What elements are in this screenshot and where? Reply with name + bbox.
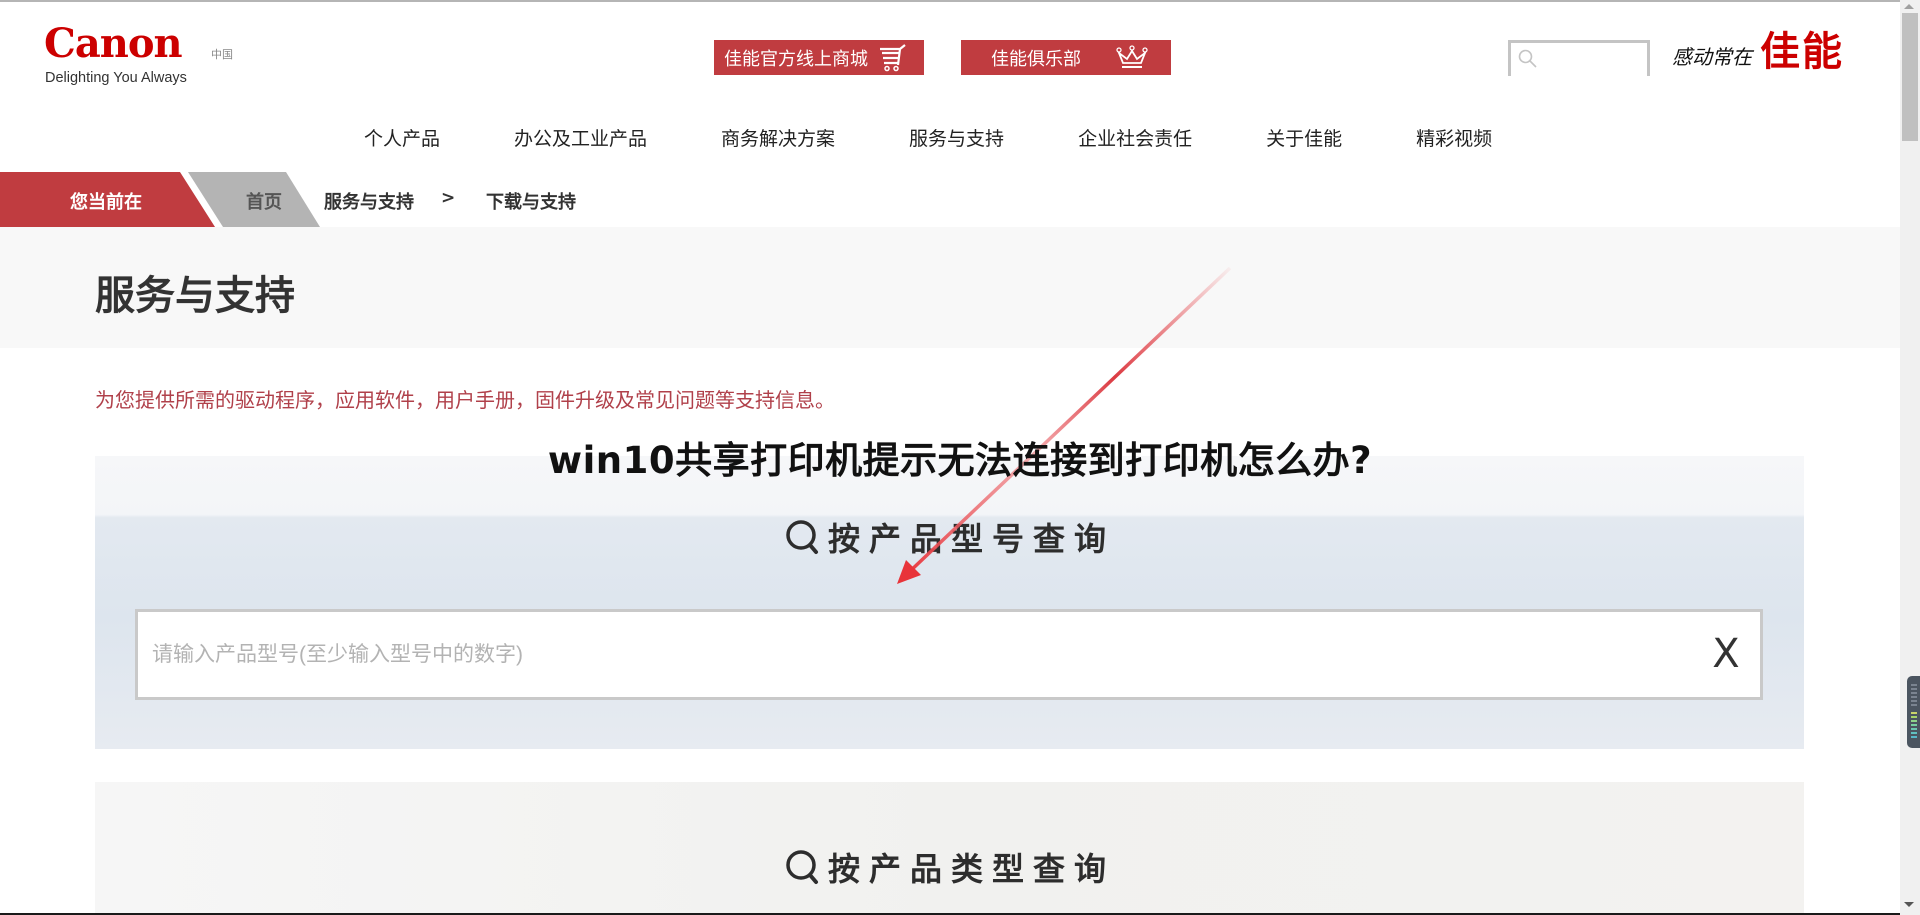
online-store-label: 佳能官方线上商城 — [724, 48, 868, 70]
logo-wordmark: Canon — [44, 20, 183, 67]
search-icon — [1518, 49, 1537, 68]
canon-logo[interactable]: Canon 中国 Delighting You Always — [44, 24, 244, 94]
scroll-up-arrow-icon[interactable] — [1904, 4, 1914, 9]
nav-item-about[interactable]: 关于佳能 — [1266, 124, 1342, 151]
canon-club-label: 佳能俱乐部 — [991, 48, 1081, 70]
header-search-box[interactable] — [1508, 40, 1650, 76]
model-search-panel: 按产品型号查询 X — [95, 456, 1804, 749]
search-icon — [786, 850, 818, 884]
category-search-heading-text: 按产品类型查询 — [827, 850, 1115, 888]
slogan-text: 感动常在 — [1672, 45, 1752, 69]
floating-meter-widget-icon[interactable] — [1907, 676, 1920, 748]
category-search-heading: 按产品类型查询 — [95, 844, 1804, 890]
search-icon — [786, 520, 818, 554]
slogan-brand: 佳能 — [1760, 29, 1844, 75]
breadcrumb-home-text: 首页 — [246, 192, 282, 213]
nav-item-personal-products[interactable]: 个人产品 — [364, 124, 440, 151]
category-search-panel[interactable]: 按产品类型查询 — [95, 782, 1804, 915]
model-number-input[interactable] — [152, 634, 1652, 676]
header-search-input[interactable] — [1539, 47, 1644, 71]
scroll-down-arrow-icon[interactable] — [1904, 902, 1914, 907]
page-title: 服务与支持 — [95, 273, 295, 319]
vertical-scrollbar[interactable] — [1900, 0, 1920, 915]
intro-text: 为您提供所需的驱动程序，应用软件，用户手册，固件升级及常见问题等支持信息。 — [95, 388, 835, 412]
top-border — [0, 0, 1920, 2]
main-nav: 个人产品 办公及工业产品 商务解决方案 服务与支持 企业社会责任 关于佳能 精彩… — [364, 124, 1566, 151]
shopping-cart-icon — [880, 43, 906, 71]
slogan: 感动常在 佳能 — [1672, 30, 1844, 74]
breadcrumb-download-support[interactable]: 下载与支持 — [486, 188, 576, 214]
model-search-field[interactable]: X — [135, 609, 1763, 700]
model-search-heading-text: 按产品型号查询 — [827, 520, 1115, 558]
breadcrumb-service-support[interactable]: 服务与支持 — [324, 188, 414, 214]
canon-club-button[interactable]: 佳能俱乐部 — [961, 40, 1171, 75]
logo-tagline: Delighting You Always — [45, 70, 187, 86]
nav-item-csr[interactable]: 企业社会责任 — [1078, 124, 1192, 151]
breadcrumb: 您当前在 首页 服务与支持 > 下载与支持 — [0, 172, 1900, 227]
nav-item-service-support[interactable]: 服务与支持 — [909, 124, 1004, 151]
online-store-button[interactable]: 佳能官方线上商城 — [714, 40, 924, 75]
breadcrumb-separator: > — [441, 188, 456, 208]
title-band: 服务与支持 — [0, 227, 1900, 348]
scroll-thumb[interactable] — [1902, 13, 1918, 141]
overlay-headline: win10共享打印机提示无法连接到打印机怎么办? — [547, 439, 1373, 482]
nav-item-business-solutions[interactable]: 商务解决方案 — [721, 124, 835, 151]
breadcrumb-here-text: 您当前在 — [70, 192, 142, 213]
clear-input-button[interactable]: X — [1708, 630, 1744, 678]
region-label: 中国 — [211, 48, 233, 61]
breadcrumb-current-location-label: 您当前在 — [0, 172, 215, 227]
crown-icon — [1116, 44, 1148, 68]
nav-item-office-industrial[interactable]: 办公及工业产品 — [514, 124, 647, 151]
nav-item-videos[interactable]: 精彩视频 — [1416, 124, 1492, 151]
model-search-heading: 按产品型号查询 — [95, 514, 1804, 560]
